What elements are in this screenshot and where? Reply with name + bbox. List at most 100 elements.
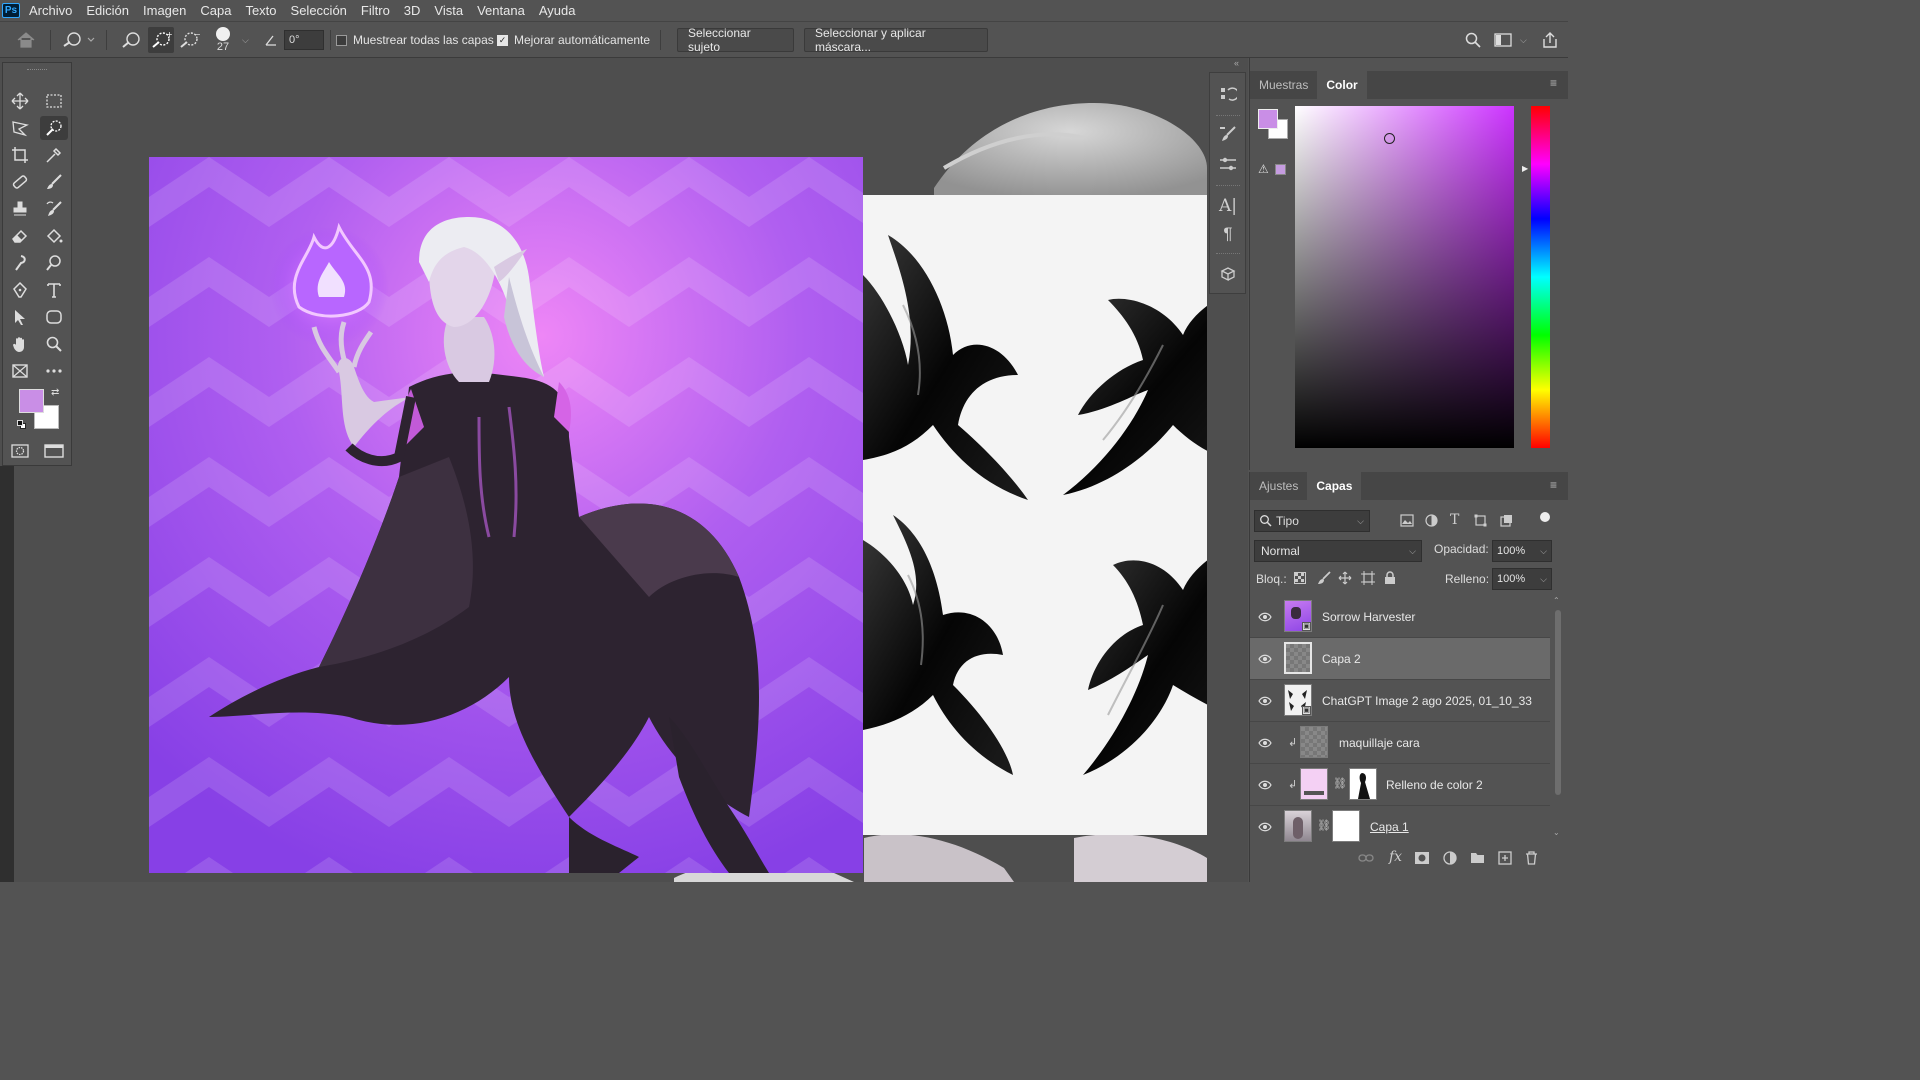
layer-mask-thumbnail[interactable]	[1332, 810, 1360, 842]
menu-archivo[interactable]: Archivo	[22, 0, 79, 22]
filter-adjustment-layers-icon[interactable]	[1425, 514, 1438, 530]
visibility-eye-icon[interactable]	[1258, 778, 1272, 792]
layer-name[interactable]: ChatGPT Image 2 ago 2025, 01_10_33	[1322, 694, 1532, 708]
foreground-color-swatch[interactable]	[19, 389, 44, 413]
pen-tool-icon[interactable]	[6, 278, 34, 302]
tool-preset-picker[interactable]	[60, 22, 96, 58]
panel-menu-icon[interactable]: ≡	[1550, 76, 1557, 90]
link-chain-icon[interactable]: ⛓	[1317, 819, 1331, 832]
layer-name[interactable]: maquillaje cara	[1339, 736, 1420, 750]
filter-shape-layers-icon[interactable]	[1474, 514, 1487, 530]
frame-tool-icon[interactable]	[6, 359, 34, 383]
lasso-tool-icon[interactable]	[6, 116, 34, 140]
layer-name[interactable]: Relleno de color 2	[1386, 778, 1483, 792]
layer-thumbnail[interactable]	[1284, 810, 1312, 842]
layer-thumbnail[interactable]: ▣	[1284, 684, 1312, 716]
layer-effects-icon[interactable]: fx	[1389, 849, 1402, 865]
workspace-icon[interactable]	[1494, 22, 1512, 58]
select-subject-button[interactable]: Seleccionar sujeto	[677, 26, 794, 54]
menu-filtro[interactable]: Filtro	[354, 0, 397, 22]
link-chain-icon[interactable]: ⛓	[1333, 777, 1347, 790]
layer-thumbnail[interactable]	[1284, 642, 1312, 674]
chevron-down-icon[interactable]: ⌵	[1520, 22, 1527, 58]
hand-tool-icon[interactable]	[6, 332, 34, 356]
new-group-icon[interactable]	[1470, 851, 1485, 867]
default-colors-icon[interactable]	[17, 420, 26, 429]
filter-smart-objects-icon[interactable]	[1500, 514, 1513, 530]
tab-capas[interactable]: Capas	[1307, 472, 1362, 500]
screen-mode-icon[interactable]	[40, 439, 68, 463]
out-of-gamut-warning-icon[interactable]: ⚠	[1258, 162, 1269, 176]
tab-color[interactable]: Color	[1317, 71, 1367, 99]
panel-grip[interactable]	[27, 69, 47, 71]
opacity-input[interactable]: 100% ⌵	[1492, 540, 1552, 562]
swap-colors-icon[interactable]: ⇄	[51, 387, 59, 398]
checkbox-box[interactable]	[336, 34, 347, 46]
search-icon[interactable]	[1464, 22, 1482, 58]
sample-all-layers-checkbox[interactable]: Muestrear todas las capas	[336, 22, 494, 58]
layers-scrollbar[interactable]: ⌃ ⌄	[1553, 596, 1563, 844]
marquee-tool-icon[interactable]	[40, 89, 68, 113]
hue-slider[interactable]	[1531, 106, 1550, 448]
link-layers-icon[interactable]	[1358, 852, 1374, 867]
visibility-eye-icon[interactable]	[1258, 736, 1272, 750]
new-layer-icon[interactable]	[1498, 851, 1512, 868]
layer-row[interactable]: ▣ Sorrow Harvester	[1250, 596, 1550, 638]
layer-thumbnail[interactable]: ▣	[1284, 600, 1312, 632]
layer-name[interactable]: Sorrow Harvester	[1322, 610, 1415, 624]
scroll-up-icon[interactable]: ⌃	[1553, 596, 1560, 605]
layer-row[interactable]: ↲ maquillaje cara	[1250, 722, 1550, 764]
home-icon[interactable]	[16, 22, 36, 58]
hue-slider-marker[interactable]: ▶	[1522, 164, 1528, 173]
add-to-selection-icon[interactable]: +	[148, 22, 174, 58]
brushes-panel-icon[interactable]	[1210, 121, 1246, 147]
panel-menu-icon[interactable]: ≡	[1550, 478, 1557, 492]
collapse-dock-icon[interactable]: «	[1234, 58, 1239, 68]
path-selection-tool-icon[interactable]	[6, 305, 34, 329]
auto-enhance-checkbox[interactable]: ✓ Mejorar automáticamente	[497, 22, 650, 58]
lock-position-icon[interactable]	[1338, 571, 1352, 588]
menu-texto[interactable]: Texto	[238, 0, 283, 22]
shape-tool-icon[interactable]	[40, 305, 68, 329]
chevron-down-icon[interactable]: ⌵	[1540, 546, 1547, 557]
color-field-picker[interactable]	[1295, 106, 1514, 448]
delete-layer-icon[interactable]	[1525, 851, 1538, 868]
layer-name[interactable]: Capa 2	[1322, 652, 1361, 666]
menu-ventana[interactable]: Ventana	[470, 0, 532, 22]
layer-thumbnail[interactable]	[1300, 726, 1328, 758]
add-layer-mask-icon[interactable]	[1415, 852, 1429, 867]
menu-imagen[interactable]: Imagen	[136, 0, 193, 22]
visibility-eye-icon[interactable]	[1258, 610, 1272, 624]
layer-mask-thumbnail[interactable]	[1349, 768, 1377, 800]
history-brush-tool-icon[interactable]	[40, 197, 68, 221]
lock-all-icon[interactable]	[1384, 571, 1396, 588]
chevron-down-icon[interactable]: ⌵	[242, 22, 249, 58]
filter-toggle-icon[interactable]	[1540, 512, 1550, 522]
color-panel-foreground-swatch[interactable]	[1258, 109, 1278, 129]
zoom-tool-icon[interactable]	[40, 332, 68, 356]
dodge-tool-icon[interactable]	[40, 251, 68, 275]
3d-panel-icon[interactable]	[1210, 261, 1246, 287]
fill-input[interactable]: 100% ⌵	[1492, 568, 1552, 590]
new-selection-icon[interactable]	[120, 22, 142, 58]
history-panel-icon[interactable]	[1210, 81, 1246, 107]
paint-bucket-tool-icon[interactable]	[40, 224, 68, 248]
menu-vista[interactable]: Vista	[427, 0, 470, 22]
lock-transparent-pixels-icon[interactable]	[1294, 572, 1306, 587]
menu-edicion[interactable]: Edición	[79, 0, 136, 22]
share-icon[interactable]	[1541, 22, 1559, 58]
menu-ayuda[interactable]: Ayuda	[532, 0, 583, 22]
checkmark-icon[interactable]: ✓	[497, 34, 508, 46]
character-panel-icon[interactable]: A|	[1210, 193, 1246, 219]
lock-artboard-icon[interactable]	[1361, 571, 1375, 588]
layer-row-selected[interactable]: Capa 2	[1250, 638, 1550, 680]
filter-pixel-layers-icon[interactable]	[1400, 514, 1414, 530]
visibility-eye-icon[interactable]	[1258, 694, 1272, 708]
scrollbar-thumb[interactable]	[1555, 610, 1561, 795]
document-canvas[interactable]	[74, 58, 1207, 882]
quick-selection-tool-icon[interactable]	[40, 116, 68, 140]
smudge-tool-icon[interactable]	[6, 251, 34, 275]
more-tools-icon[interactable]	[40, 359, 68, 383]
layer-row[interactable]: ▣ ChatGPT Image 2 ago 2025, 01_10_33	[1250, 680, 1550, 722]
select-and-mask-button[interactable]: Seleccionar y aplicar máscara...	[804, 26, 988, 54]
